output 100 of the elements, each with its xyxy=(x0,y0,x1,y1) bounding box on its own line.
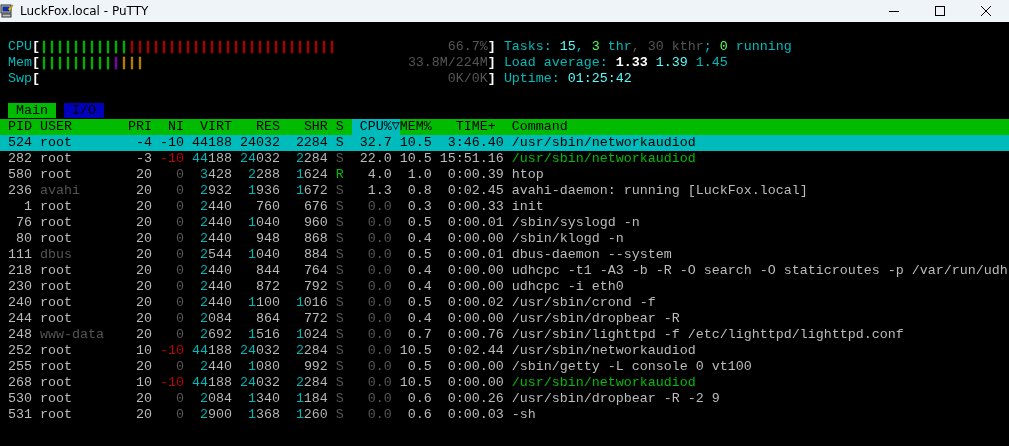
table-cell-text: 0.0 xyxy=(366,311,393,327)
column-header[interactable]: RES xyxy=(231,119,280,135)
table-cell-text: 0 xyxy=(174,295,184,311)
table-cell-text: 0.0 xyxy=(366,263,393,279)
table-cell-text: 948 xyxy=(254,231,280,247)
table-cell-text: 252 xyxy=(8,343,33,359)
table-cell-text: 0 xyxy=(174,247,184,263)
table-cell-text: 20 xyxy=(134,263,152,279)
table-cell-text: 0 xyxy=(174,279,184,295)
table-cell-text: 864 xyxy=(254,311,280,327)
table-cell-text: 0:00.00 xyxy=(446,311,504,327)
table-cell-text: 0.0 xyxy=(366,215,393,231)
column-header[interactable]: USER xyxy=(40,119,120,135)
table-row[interactable]: 244 root 20 0 2084 864 772 S 0.0 0.4 0:00.00 /usr/sbin/dropbear -R xyxy=(0,311,1009,327)
table-cell-text: S xyxy=(334,311,344,327)
column-header[interactable]: PRI xyxy=(119,119,152,135)
table-cell-text: 524 xyxy=(8,135,33,151)
column-header[interactable]: VIRT xyxy=(183,119,232,135)
table-cell-text: 0:00.76 xyxy=(446,327,504,343)
table-row[interactable]: 268 root 10 -10 44188 24032 2284 S 0.0 10.5 0:00.00 /usr/sbin/networkaudiod xyxy=(0,375,1009,391)
table-row[interactable]: 240 root 20 0 2440 1100 1016 S 0.0 0.5 0:00.02 /usr/sbin/crond -f xyxy=(0,295,1009,311)
table-cell-text: 0.0 xyxy=(366,295,393,311)
table-cell-text: 844 xyxy=(254,263,280,279)
table-cell-text: 0.0 xyxy=(366,375,393,391)
table-cell-text: 676 xyxy=(302,199,328,215)
table-cell-text: S xyxy=(334,343,344,359)
table-cell-text: -10 xyxy=(158,375,184,391)
table-row[interactable]: 80 root 20 0 2440 948 868 S 0.0 0.4 0:00.00 /sbin/klogd -n xyxy=(0,231,1009,247)
table-cell-text: root xyxy=(40,135,73,151)
table-cell-text: 0.5 xyxy=(406,247,432,263)
table-cell-text: 764 xyxy=(302,263,328,279)
summary-value: 0 xyxy=(719,39,728,55)
column-header[interactable]: CPU%▽ xyxy=(351,119,400,135)
table-cell-text: root xyxy=(40,295,73,311)
table-row[interactable]: 248 www-data 20 0 2692 1516 1024 S 0.0 0.7 0:00.76 /usr/sbin/lighttpd -f /etc/lighttpd/lighttpd.conf xyxy=(0,327,1009,343)
table-cell-text: root xyxy=(40,231,73,247)
table-row[interactable]: 230 root 20 0 2440 872 792 S 0.0 0.4 0:00.00 udhcpc -i eth0 xyxy=(0,279,1009,295)
command-cell: /usr/sbin/networkaudiod xyxy=(511,343,696,359)
table-row[interactable]: 76 root 20 0 2440 1040 960 S 0.0 0.5 0:00.01 /sbin/syslogd -n xyxy=(0,215,1009,231)
meter-bars: ||| xyxy=(119,55,144,71)
table-cell-text: 20 xyxy=(134,407,152,423)
table-cell-text: 20 xyxy=(134,391,152,407)
table-cell-text: 10 xyxy=(134,343,152,359)
summary-label: 1.45 xyxy=(695,55,728,71)
column-header[interactable]: Command xyxy=(511,119,568,135)
table-row[interactable]: 580 root 20 0 3428 2288 1624 R 4.0 1.0 0:00.39 htop xyxy=(0,167,1009,183)
table-cell-text: 4.0 xyxy=(366,167,393,183)
table-row[interactable]: 531 root 20 0 2900 1368 1260 S 0.0 0.6 0:00.03 -sh xyxy=(0,407,1009,423)
column-header[interactable]: SHR xyxy=(279,119,328,135)
table-cell-text: S xyxy=(334,407,344,423)
table-cell-text: 0.4 xyxy=(406,263,432,279)
command-cell: /usr/sbin/networkaudiod xyxy=(511,375,696,391)
column-header[interactable]: PID xyxy=(8,119,40,135)
column-header[interactable]: S xyxy=(327,119,344,135)
table-cell-text: S xyxy=(334,263,344,279)
table-row[interactable]: 282 root -3 -10 44188 24032 2284 S 22.0 10.5 15:51.16 /usr/sbin/networkaudiod xyxy=(0,151,1009,167)
table-cell-text: 0:00.33 xyxy=(446,199,504,215)
table-cell-text: 2284 xyxy=(294,135,328,151)
table-cell-text: 0.4 xyxy=(406,311,432,327)
command-cell: udhcpc -t1 -A3 -b -R -O search -O staticroutes -p /var/run/udh xyxy=(511,263,1008,279)
table-cell-text: -10 xyxy=(158,151,184,167)
command-cell: /usr/sbin/dropbear -R -2 9 xyxy=(511,391,720,407)
table-cell: 10.5 xyxy=(399,375,432,391)
command-cell: /usr/sbin/networkaudiod xyxy=(511,151,696,167)
table-cell-text: 0.0 xyxy=(366,391,393,407)
summary-label: ; xyxy=(703,39,712,55)
command-cell: -sh xyxy=(511,407,536,423)
table-cell-text: 0.3 xyxy=(406,199,432,215)
table-row[interactable]: 252 root 10 -10 44188 24032 2284 S 0.0 10.5 0:02.44 /usr/sbin/networkaudiod xyxy=(0,343,1009,359)
table-row[interactable]: 111 dbus 20 0 2544 1040 884 S 0.0 0.5 0:00.01 dbus-daemon --system xyxy=(0,247,1009,263)
table-cell-text: root xyxy=(40,311,73,327)
column-header[interactable]: TIME+ xyxy=(431,119,504,135)
table-cell-text: 20 xyxy=(134,247,152,263)
table-cell-text: 0.0 xyxy=(366,407,393,423)
column-header[interactable]: NI xyxy=(151,119,184,135)
table-cell-text: -4 xyxy=(134,135,152,151)
meter-label: Swp xyxy=(8,71,32,87)
table-cell-text: 772 xyxy=(302,311,328,327)
tab[interactable]: Main xyxy=(8,103,56,118)
table-row[interactable]: 218 root 20 0 2440 844 764 S 0.0 0.4 0:00.00 udhcpc -t1 -A3 -b -R -O search -O staticroutes -p /var/run/udh xyxy=(0,263,1009,279)
table-cell: 10.5 xyxy=(399,343,432,359)
table-cell-text: 0:00.00 xyxy=(446,375,504,391)
summary-value: 15 xyxy=(559,39,576,55)
table-cell-text: 0 xyxy=(174,359,184,375)
table-cell-text: 0.7 xyxy=(406,327,432,343)
table-cell-text: S xyxy=(334,295,344,311)
table-row[interactable]: 236 avahi 20 0 2932 1936 1672 S 1.3 0.8 0:02.45 avahi-daemon: running [LuckFox.local] xyxy=(0,183,1009,199)
table-cell-text: root xyxy=(40,407,73,423)
command-cell: udhcpc -i eth0 xyxy=(511,279,624,295)
table-cell-text: 0.4 xyxy=(406,231,432,247)
table-row[interactable]: 255 root 20 0 2440 1080 992 S 0.0 0.5 0:00.00 /sbin/getty -L console 0 vt100 xyxy=(0,359,1009,375)
table-cell-text: 0 xyxy=(174,327,184,343)
table-cell-text: 230 xyxy=(8,279,33,295)
table-row[interactable]: 1 root 20 0 2440 760 676 S 0.0 0.3 0:00.33 init xyxy=(0,199,1009,215)
maximize-icon xyxy=(935,6,945,16)
table-row[interactable]: 530 root 20 0 2084 1340 1184 S 0.0 0.6 0:00.26 /usr/sbin/dropbear -R -2 9 xyxy=(0,391,1009,407)
table-cell-text: 15:51.16 xyxy=(438,151,504,167)
table-cell-text: S xyxy=(334,247,344,263)
table-row[interactable]: 524 root -4 -10 44188 24032 2284 S 32.7 10.5 3:46.40 /usr/sbin/networkaudiod xyxy=(0,135,1009,151)
table-cell-text: 0.6 xyxy=(406,407,432,423)
